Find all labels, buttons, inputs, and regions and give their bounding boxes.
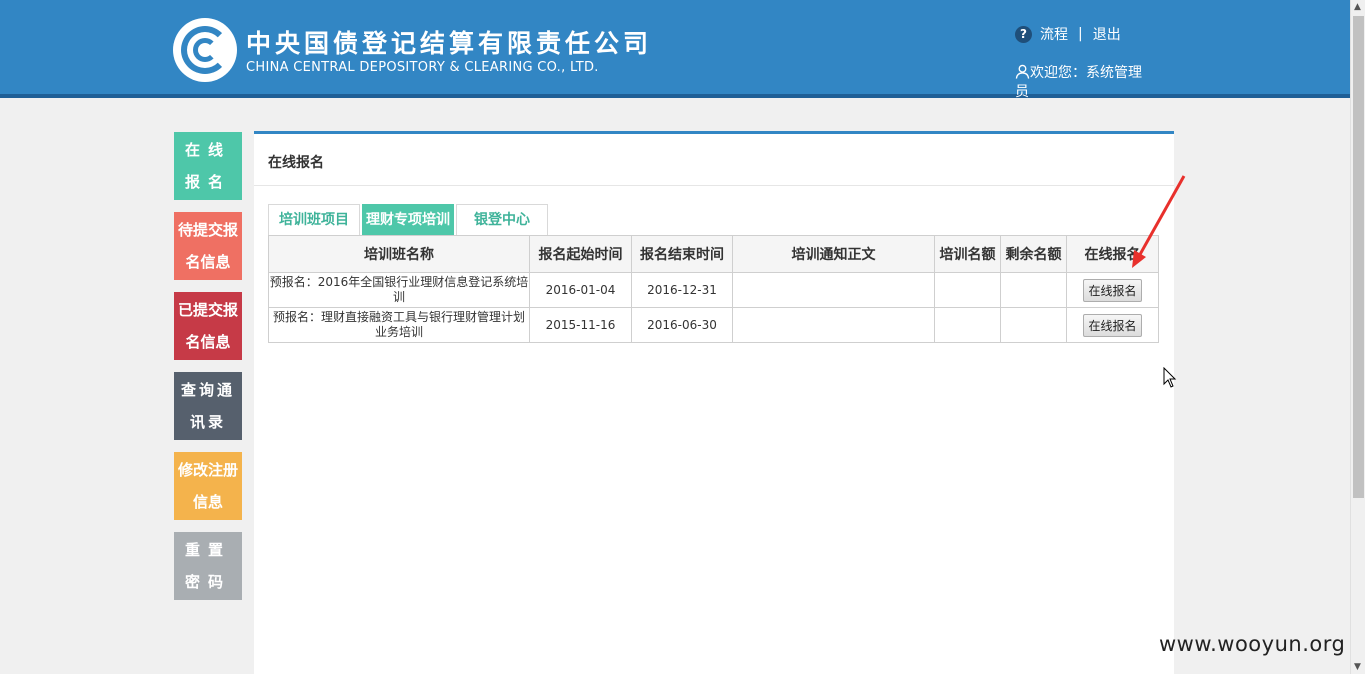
sidebar-item-label: 重置密码 [184, 541, 231, 591]
cell-start: 2015-11-16 [529, 307, 632, 343]
sidebar-item-address-book[interactable]: 查询通讯录 [174, 372, 242, 440]
company-logo [173, 18, 237, 82]
logout-link[interactable]: 退出 [1093, 24, 1121, 44]
cell-start: 2016-01-04 [529, 272, 632, 308]
table-row: 预报名：理财直接融资工具与银行理财管理计划业务培训 2015-11-16 201… [268, 307, 1159, 343]
online-register-button[interactable]: 在线报名 [1083, 313, 1142, 337]
col-header-notice: 培训通知正文 [732, 235, 935, 273]
welcome-text: 欢迎您：系统管理员 [1015, 64, 1150, 102]
training-table: 培训班名称 报名起始时间 报名结束时间 培训通知正文 培训名额 剩余名额 在线报… [268, 235, 1159, 343]
table-row: 预报名：2016年全国银行业理财信息登记系统培训 2016-01-04 2016… [268, 272, 1159, 308]
col-header-start: 报名起始时间 [529, 235, 632, 273]
sidebar-item-label: 在线报名 [184, 141, 231, 191]
divider [254, 185, 1174, 186]
main-panel: 在线报名 培训班项目 理财专项培训 银登中心 培训班名称 报名起始时间 报名结束… [254, 131, 1174, 674]
vertical-scrollbar[interactable]: ▲ ▼ [1350, 0, 1365, 674]
sidebar-item-label: 查询通讯录 [180, 381, 235, 431]
welcome-label: 欢迎您：系统管理员 [1015, 65, 1142, 100]
annotation-arrow-icon [1132, 175, 1186, 268]
col-header-end: 报名结束时间 [631, 235, 733, 273]
cell-notice [732, 272, 935, 308]
cell-remaining [1000, 272, 1067, 308]
tab-wealth-management-training[interactable]: 理财专项培训 [362, 204, 454, 236]
sidebar-item-label: 待提交报名信息 [177, 221, 238, 271]
watermark: www.wooyun.org [1159, 632, 1346, 656]
cell-action: 在线报名 [1066, 307, 1159, 343]
col-header-name: 培训班名称 [268, 235, 530, 273]
sidebar-item-submitted-registration[interactable]: 已提交报名信息 [174, 292, 242, 360]
scroll-up-icon[interactable]: ▲ [1354, 2, 1361, 12]
tab-training-projects[interactable]: 培训班项目 [268, 204, 360, 236]
tab-yindeng-center[interactable]: 银登中心 [456, 204, 548, 236]
cell-end: 2016-06-30 [631, 307, 733, 343]
cell-quota [934, 272, 1001, 308]
cell-name: 预报名：2016年全国银行业理财信息登记系统培训 [268, 272, 530, 308]
scroll-down-icon[interactable]: ▼ [1354, 662, 1361, 672]
brand-name-cn: 中央国债登记结算有限责任公司 [246, 29, 653, 58]
sidebar-item-reset-password[interactable]: 重置密码 [174, 532, 242, 600]
header-links: ? 流程 | 退出 [1015, 24, 1121, 44]
sidebar-item-label: 修改注册信息 [177, 461, 238, 511]
flow-link[interactable]: 流程 [1040, 24, 1068, 44]
cell-notice [732, 307, 935, 343]
sidebar-item-pending-submission[interactable]: 待提交报名信息 [174, 212, 242, 280]
cell-quota [934, 307, 1001, 343]
link-separator: | [1078, 26, 1083, 42]
scrollbar-thumb[interactable] [1353, 16, 1364, 498]
sidebar-item-label: 已提交报名信息 [177, 301, 238, 351]
sidebar-item-edit-registration[interactable]: 修改注册信息 [174, 452, 242, 520]
user-icon [1015, 64, 1030, 79]
table-header-row: 培训班名称 报名起始时间 报名结束时间 培训通知正文 培训名额 剩余名额 在线报… [268, 235, 1159, 273]
sidebar-item-online-registration[interactable]: 在线报名 [174, 132, 242, 200]
question-circle-icon[interactable]: ? [1015, 25, 1032, 43]
online-register-button[interactable]: 在线报名 [1083, 278, 1142, 302]
mouse-pointer-icon [1163, 367, 1177, 388]
tab-bar: 培训班项目 理财专项培训 银登中心 [268, 204, 548, 236]
top-header: 中央国债登记结算有限责任公司 CHINA CENTRAL DEPOSITORY … [0, 0, 1350, 100]
cell-end: 2016-12-31 [631, 272, 733, 308]
cell-name: 预报名：理财直接融资工具与银行理财管理计划业务培训 [268, 307, 530, 343]
page-title: 在线报名 [268, 155, 324, 171]
cell-action: 在线报名 [1066, 272, 1159, 308]
col-header-quota: 培训名额 [934, 235, 1001, 273]
col-header-remaining: 剩余名额 [1000, 235, 1067, 273]
brand-name-en: CHINA CENTRAL DEPOSITORY & CLEARING CO.,… [246, 60, 599, 75]
cell-remaining [1000, 307, 1067, 343]
